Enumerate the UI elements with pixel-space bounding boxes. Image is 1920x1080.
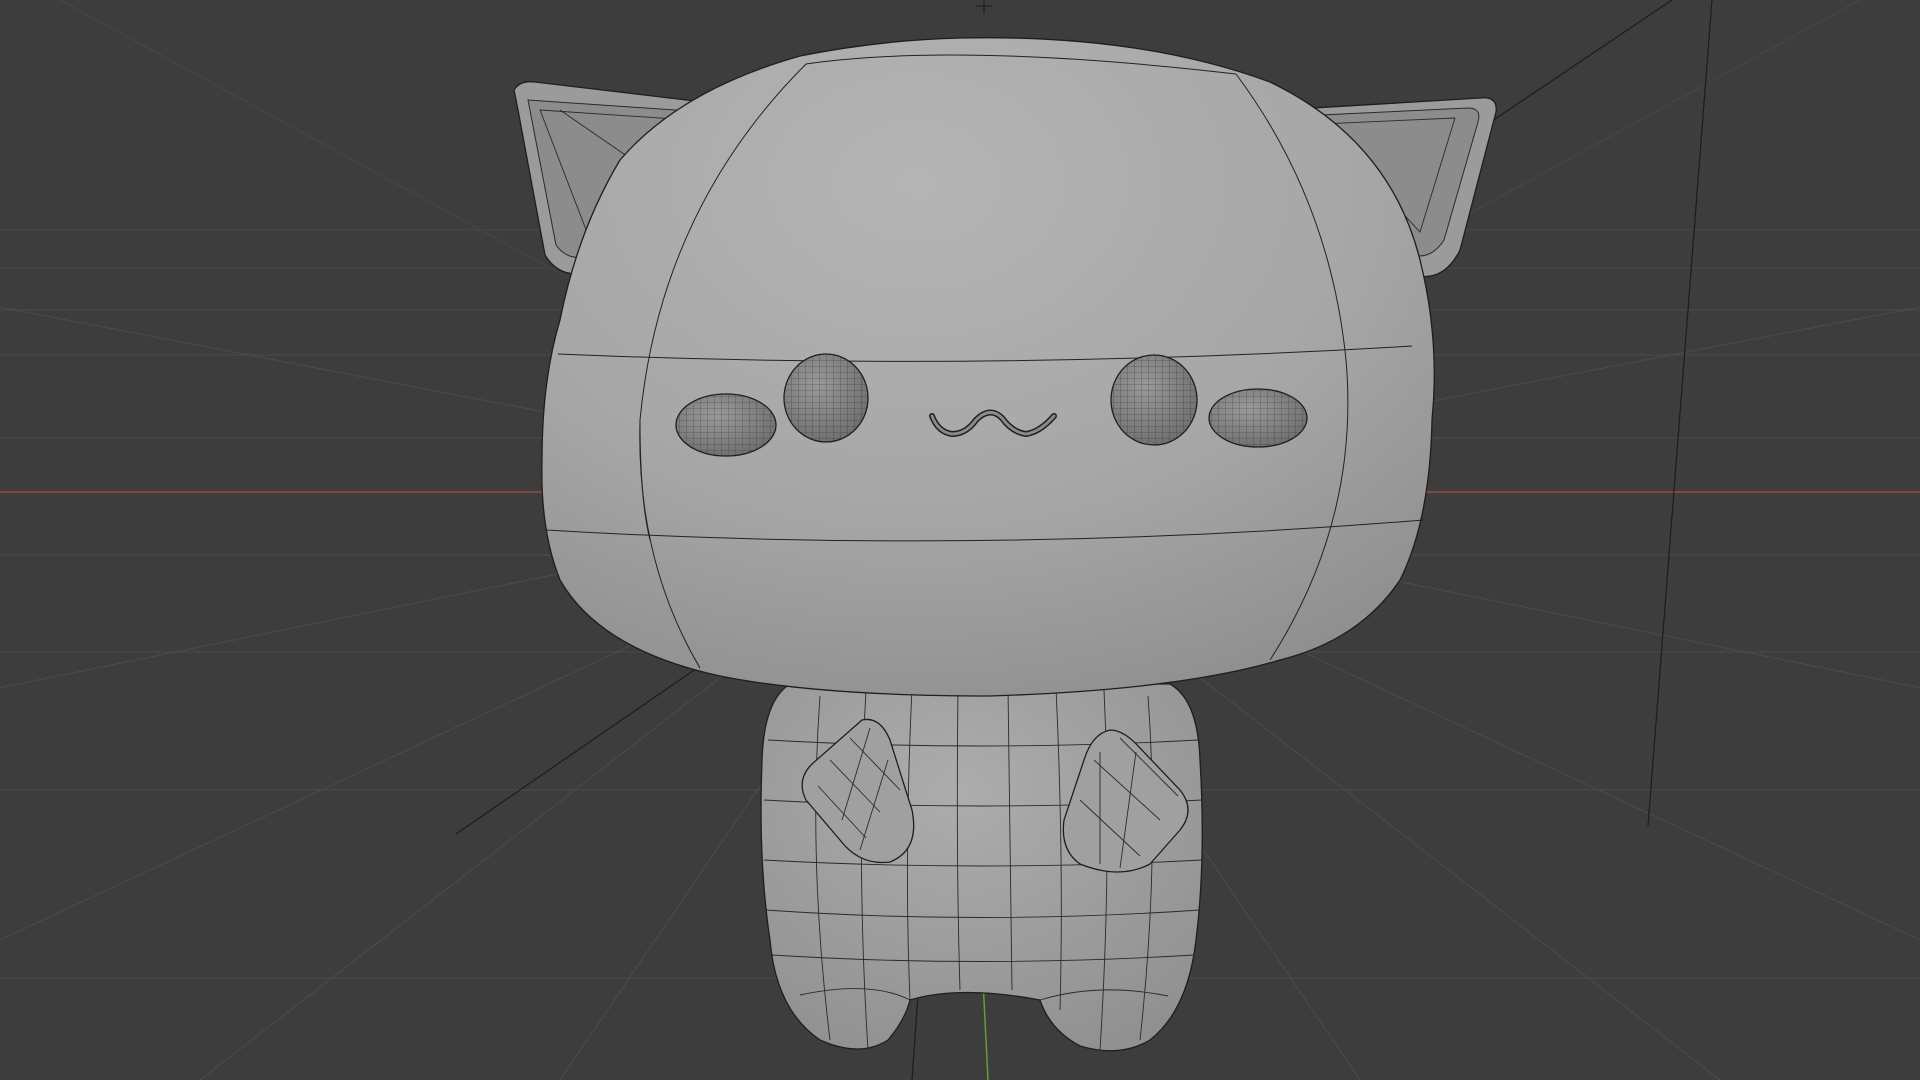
object-origin-icon[interactable] bbox=[976, 0, 992, 14]
cat-mascot-mesh[interactable] bbox=[513, 37, 1497, 1052]
head[interactable] bbox=[541, 37, 1435, 697]
3d-viewport[interactable] bbox=[0, 0, 1920, 1080]
viewport-canvas[interactable] bbox=[0, 0, 1920, 1080]
right-eye[interactable] bbox=[1110, 354, 1198, 446]
left-eye[interactable] bbox=[783, 353, 869, 443]
right-cheek bbox=[1208, 388, 1308, 448]
left-cheek bbox=[675, 393, 777, 457]
